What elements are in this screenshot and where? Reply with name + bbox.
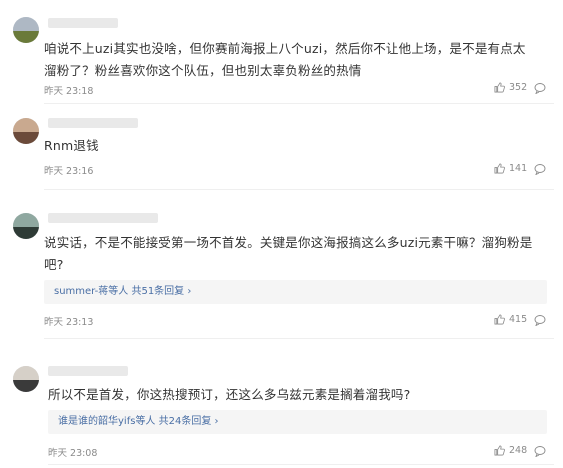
comment-time: 昨天 23:18 — [44, 86, 94, 97]
like-button[interactable]: 352 — [494, 82, 527, 93]
divider — [44, 338, 554, 339]
reply-usernames[interactable]: summer-蒋 — [54, 286, 108, 297]
reply-count[interactable]: 共51条回复 — [131, 286, 184, 297]
chevron-right-icon: › — [187, 286, 192, 297]
comment-text: 咱说不上uzi其实也没啥，但你赛前海报上八个uzi，然后你不让他上场，是不是有点… — [44, 41, 526, 78]
thumbs-up-icon — [494, 163, 505, 174]
username-redacted[interactable] — [48, 366, 128, 376]
like-count: 248 — [509, 445, 528, 456]
like-count: 141 — [509, 163, 528, 174]
avatar[interactable] — [13, 17, 39, 43]
comment-icon[interactable] — [534, 314, 546, 326]
like-button[interactable]: 248 — [494, 445, 527, 456]
reply-usernames[interactable]: 谁是谁的韶华yifs — [58, 416, 135, 427]
comment-icon[interactable] — [534, 445, 546, 457]
comment-text: Rnm退钱 — [44, 138, 99, 153]
like-count: 352 — [509, 82, 528, 93]
replies-summary[interactable]: summer-蒋等人 共51条回复 › — [44, 280, 547, 304]
replies-summary[interactable]: 谁是谁的韶华yifs等人 共24条回复 › — [48, 410, 547, 434]
like-button[interactable]: 141 — [494, 163, 527, 174]
like-button[interactable]: 415 — [494, 314, 527, 325]
comment-time: 昨天 23:08 — [48, 448, 98, 459]
like-count: 415 — [509, 314, 528, 325]
comment-item: 所以不是首发，你这热搜预订，还这么多乌兹元素是搁着溜我吗? 谁是谁的韶华yifs… — [0, 358, 563, 468]
comment-item: 说实话，不是不能接受第一场不首发。关键是你这海报搞这么多uzi元素干嘛？溜狗粉是… — [0, 205, 563, 339]
username-redacted[interactable] — [48, 18, 118, 28]
comment-icon[interactable] — [534, 163, 546, 175]
avatar[interactable] — [13, 213, 39, 239]
thumbs-up-icon — [494, 445, 505, 456]
divider — [44, 103, 554, 104]
comment-time: 昨天 23:13 — [44, 317, 94, 328]
avatar[interactable] — [13, 118, 39, 144]
reply-count[interactable]: 共24条回复 — [159, 416, 212, 427]
comment-time: 昨天 23:16 — [44, 166, 94, 177]
username-redacted[interactable] — [48, 213, 158, 223]
divider — [48, 464, 554, 465]
comment-item: Rnm退钱 昨天 23:16 141 — [0, 110, 563, 190]
thumbs-up-icon — [494, 314, 505, 325]
comment-item: 咱说不上uzi其实也没啥，但你赛前海报上八个uzi，然后你不让他上场，是不是有点… — [0, 0, 563, 104]
reply-suffix: 等人 — [108, 286, 129, 297]
username-redacted[interactable] — [48, 118, 138, 128]
divider — [44, 189, 554, 190]
thumbs-up-icon — [494, 82, 505, 93]
comment-text: 所以不是首发，你这热搜预订，还这么多乌兹元素是搁着溜我吗? — [48, 387, 411, 402]
comment-icon[interactable] — [534, 82, 546, 94]
reply-suffix: 等人 — [135, 416, 156, 427]
comment-text: 说实话，不是不能接受第一场不首发。关键是你这海报搞这么多uzi元素干嘛？溜狗粉是… — [44, 235, 533, 272]
avatar[interactable] — [13, 366, 39, 392]
chevron-right-icon: › — [214, 416, 219, 427]
